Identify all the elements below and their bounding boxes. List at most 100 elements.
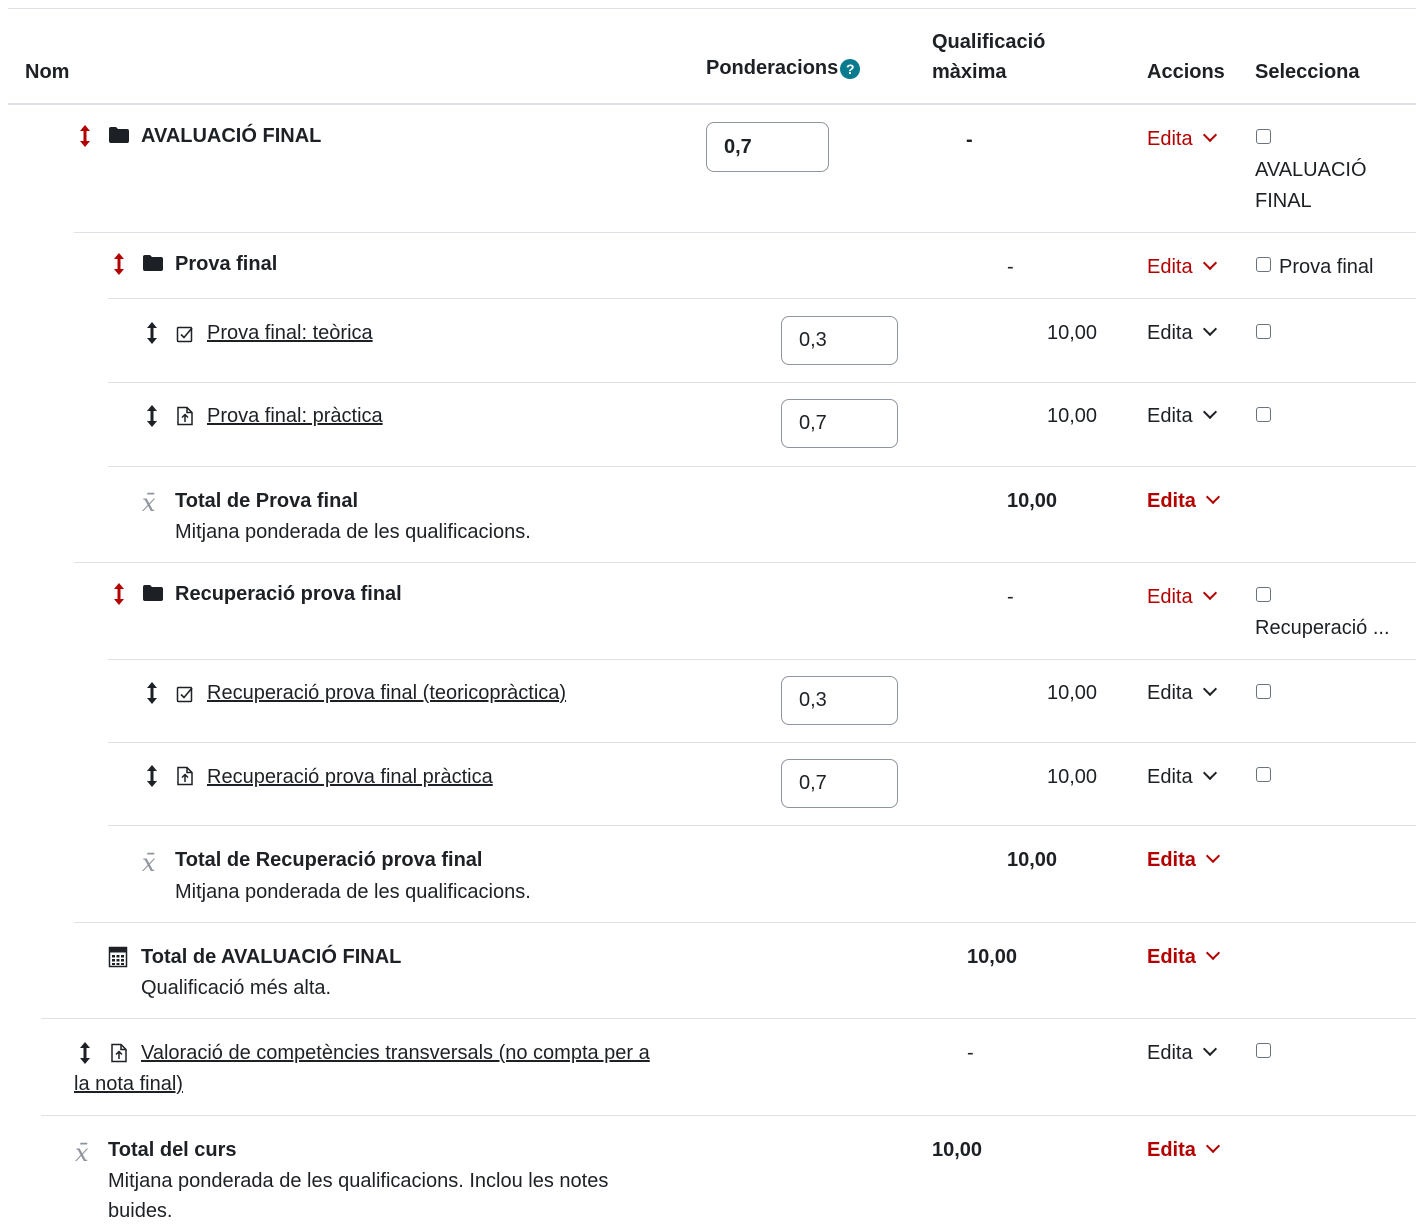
row-divider [108, 659, 1416, 660]
weight-input-teorica[interactable] [781, 316, 898, 365]
row-divider [74, 922, 1416, 923]
move-icon[interactable] [145, 764, 159, 788]
total-name-recuperacio: Total de Recuperació prova final [175, 849, 483, 871]
edit-menu-total-prova[interactable]: Edita [1147, 486, 1220, 516]
max-grade-total-aval: 10,00 [967, 946, 1018, 968]
max-grade-valoracio: - [967, 1042, 974, 1064]
select-checkbox-valoracio[interactable] [1256, 1043, 1271, 1058]
header-actions: Accions [1147, 61, 1225, 83]
total-name-avaluacio: Total de AVALUACIÓ FINAL [141, 946, 402, 968]
max-grade-total-rec: 10,00 [1007, 849, 1058, 871]
row-divider [108, 298, 1416, 299]
edit-label: Edita [1147, 946, 1196, 968]
weight-input-avaluacio[interactable] [706, 122, 829, 172]
total-desc-prova-final: Mitjana ponderada de les qualificacions. [175, 521, 531, 543]
weight-input-rec-practica[interactable] [781, 759, 898, 808]
edit-menu-rec-practica[interactable]: Edita [1147, 762, 1217, 792]
category-name-prova-final: Prova final [175, 253, 278, 275]
select-checkbox-avaluacio[interactable] [1256, 129, 1271, 144]
weight-input-practica[interactable] [781, 399, 898, 448]
row-divider [41, 1115, 1416, 1116]
select-checkbox-rec-practica[interactable] [1256, 767, 1271, 782]
grade-item-link-practica[interactable]: Prova final: pràctica [207, 401, 383, 431]
edit-menu-practica[interactable]: Edita [1147, 401, 1217, 431]
mean-icon: x̄ [142, 489, 156, 517]
assignment-icon [177, 766, 193, 786]
mean-icon: x̄ [75, 1139, 89, 1167]
move-icon[interactable] [145, 681, 159, 705]
select-checkbox-rec-teorica[interactable] [1256, 684, 1271, 699]
max-grade-teorica: 10,00 [1047, 322, 1098, 344]
move-icon[interactable] [78, 1041, 92, 1065]
edit-menu-recuperacio[interactable]: Edita [1147, 582, 1217, 612]
chevron-down-icon [1205, 489, 1220, 505]
edit-menu-total-curs[interactable]: Edita [1147, 1135, 1220, 1165]
header-name: Nom [25, 61, 70, 83]
edit-label: Edita [1147, 128, 1193, 150]
folder-icon [143, 255, 163, 271]
folder-icon [109, 127, 129, 143]
total-name-curs: Total del curs [108, 1139, 237, 1161]
select-label-avaluacio-1: AVALUACIÓ [1255, 159, 1367, 181]
select-checkbox-practica[interactable] [1256, 407, 1271, 422]
header-max-grade-line1: Qualificació [932, 31, 1046, 53]
header-weights: Ponderacions? [706, 53, 861, 83]
total-desc-avaluacio: Qualificació més alta. [141, 977, 332, 999]
move-icon[interactable] [112, 252, 126, 276]
header-divider [8, 103, 1416, 105]
select-checkbox-teorica[interactable] [1256, 324, 1271, 339]
edit-menu-avaluacio[interactable]: Edita [1147, 124, 1217, 154]
edit-label: Edita [1147, 490, 1196, 512]
edit-menu-valoracio[interactable]: Edita [1147, 1038, 1217, 1068]
max-grade-total-prova: 10,00 [1007, 490, 1058, 512]
edit-menu-total-rec[interactable]: Edita [1147, 845, 1220, 875]
select-label-avaluacio-2: FINAL [1255, 190, 1312, 212]
grade-item-link-rec-practica[interactable]: Recuperació prova final pràctica [207, 762, 493, 792]
chevron-down-icon [1202, 321, 1217, 337]
select-checkbox-recuperacio[interactable] [1256, 587, 1271, 602]
chevron-down-icon [1205, 1138, 1220, 1154]
grade-item-link-teorica[interactable]: Prova final: teòrica [207, 318, 373, 348]
max-grade-avaluacio: - [966, 129, 973, 151]
edit-menu-teorica[interactable]: Edita [1147, 318, 1217, 348]
grade-item-link-rec-teorica[interactable]: Recuperació prova final (teoricopràctica… [207, 678, 566, 708]
help-icon[interactable]: ? [840, 58, 861, 79]
row-divider [108, 466, 1416, 467]
select-checkbox-prova-final[interactable] [1256, 257, 1271, 272]
max-grade-rec-teorica: 10,00 [1047, 682, 1098, 704]
weight-input-rec-teorica[interactable] [781, 676, 898, 725]
chevron-down-icon [1202, 681, 1217, 697]
row-divider [41, 1018, 1416, 1019]
edit-menu-rec-teorica[interactable]: Edita [1147, 678, 1217, 708]
chevron-down-icon [1205, 848, 1220, 864]
chevron-down-icon [1202, 765, 1217, 781]
grade-item-link-valoracio-2[interactable]: la nota final) [74, 1069, 183, 1099]
move-icon[interactable] [145, 321, 159, 345]
quiz-icon [176, 326, 193, 343]
total-desc-recuperacio: Mitjana ponderada de les qualificacions. [175, 881, 531, 903]
edit-label: Edita [1147, 766, 1193, 788]
calculator-icon [108, 946, 128, 968]
edit-label: Edita [1147, 1139, 1196, 1161]
category-name-recuperacio: Recuperació prova final [175, 583, 402, 605]
max-grade-recuperacio: - [1007, 586, 1014, 608]
chevron-down-icon [1202, 404, 1217, 420]
max-grade-total-curs: 10,00 [932, 1139, 983, 1161]
grade-item-link-valoracio-1[interactable]: Valoració de competències transversals (… [141, 1038, 650, 1068]
category-name-avaluacio: AVALUACIÓ FINAL [141, 125, 322, 147]
chevron-down-icon [1202, 1041, 1217, 1057]
row-divider [108, 382, 1416, 383]
edit-label: Edita [1147, 849, 1196, 871]
quiz-icon [176, 686, 193, 703]
move-icon[interactable] [78, 124, 92, 148]
total-name-prova-final: Total de Prova final [175, 490, 358, 512]
row-divider [108, 825, 1416, 826]
row-divider [74, 562, 1416, 563]
edit-menu-total-aval[interactable]: Edita [1147, 942, 1220, 972]
move-icon[interactable] [112, 582, 126, 606]
move-icon[interactable] [145, 404, 159, 428]
edit-label: Edita [1147, 405, 1193, 427]
select-label-recuperacio: Recuperació ... [1255, 617, 1390, 639]
chevron-down-icon [1202, 127, 1217, 143]
edit-menu-prova-final[interactable]: Edita [1147, 252, 1217, 282]
